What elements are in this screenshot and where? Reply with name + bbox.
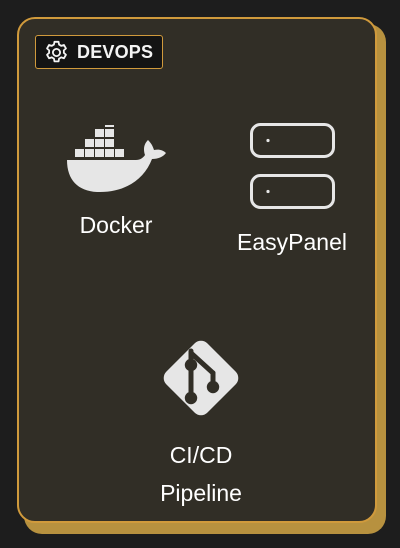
tool-easypanel: EasyPanel <box>217 121 367 261</box>
section-badge: DEVOPS <box>35 35 164 69</box>
devops-card: DEVOPS Docker EasyPanel CI/CD Pipeline <box>17 17 377 523</box>
git-branch-icon <box>126 327 276 429</box>
tool-label-cicd: CI/CD Pipeline <box>126 436 276 513</box>
tool-label-cicd-line1: CI/CD <box>169 442 233 468</box>
tool-label-easypanel: EasyPanel <box>237 229 347 255</box>
server-rack-icon <box>217 121 367 211</box>
tool-label-docker: Docker <box>79 212 153 238</box>
tool-cicd: CI/CD Pipeline <box>126 327 276 513</box>
tool-label-cicd-line2: Pipeline <box>160 480 242 507</box>
docker-whale-icon <box>41 125 191 193</box>
tool-docker: Docker <box>41 125 191 244</box>
section-title: DEVOPS <box>77 41 154 62</box>
gear-icon <box>43 39 70 66</box>
